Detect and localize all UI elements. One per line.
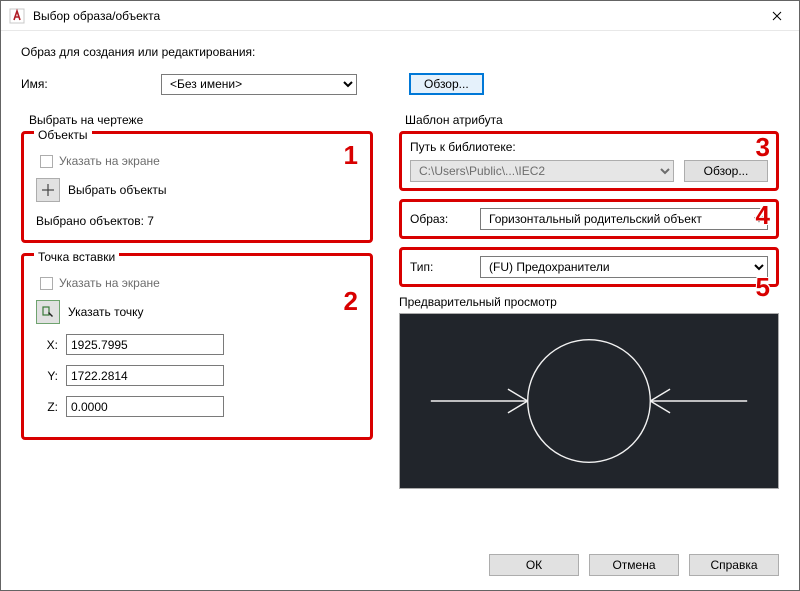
- dialog-window: Выбор образа/объекта Образ для создания …: [0, 0, 800, 591]
- insert-specify-checkbox[interactable]: [40, 277, 53, 290]
- preview-panel: [399, 313, 779, 489]
- callout-2: 2: [344, 286, 358, 317]
- pick-objects-button[interactable]: [36, 178, 60, 202]
- pick-objects-label: Выбрать объекты: [68, 183, 167, 197]
- attr-template-legend: Шаблон атрибута: [405, 113, 779, 127]
- z-input[interactable]: [66, 396, 224, 417]
- titlebar: Выбор образа/объекта: [1, 1, 799, 31]
- lib-path-select[interactable]: C:\Users\Public\...\IEC2: [410, 160, 674, 182]
- x-input[interactable]: [66, 334, 224, 355]
- window-title: Выбор образа/объекта: [33, 9, 754, 23]
- insert-specify-label: Указать на экране: [59, 276, 160, 290]
- callout-5: 5: [756, 272, 770, 303]
- insert-point-legend: Точка вставки: [34, 250, 119, 264]
- callout-3: 3: [756, 132, 770, 163]
- objects-specify-checkbox[interactable]: [40, 155, 53, 168]
- z-label: Z:: [36, 400, 66, 414]
- selected-count: Выбрано объектов: 7: [36, 214, 358, 228]
- preview-label: Предварительный просмотр: [399, 295, 779, 309]
- name-select[interactable]: <Без имени>: [161, 74, 357, 95]
- y-input[interactable]: [66, 365, 224, 386]
- cancel-button[interactable]: Отмена: [589, 554, 679, 576]
- type-label: Тип:: [410, 260, 480, 274]
- image-label: Образ:: [410, 212, 480, 226]
- type-select[interactable]: (FU) Предохранители: [480, 256, 768, 278]
- pick-point-label: Указать точку: [68, 305, 144, 319]
- x-label: X:: [36, 338, 66, 352]
- image-select[interactable]: Горизонтальный родительский объект: [480, 208, 768, 230]
- lib-browse-button[interactable]: Обзор...: [684, 160, 768, 182]
- browse-button[interactable]: Обзор...: [409, 73, 484, 95]
- name-label: Имя:: [21, 77, 161, 91]
- preview-drawing: [400, 314, 778, 488]
- help-button[interactable]: Справка: [689, 554, 779, 576]
- callout-1: 1: [344, 140, 358, 171]
- close-button[interactable]: [754, 1, 799, 31]
- objects-legend: Объекты: [34, 128, 92, 142]
- app-icon: [9, 8, 25, 24]
- pick-point-button[interactable]: [36, 300, 60, 324]
- select-on-drawing-label: Выбрать на чертеже: [29, 113, 373, 127]
- objects-specify-label: Указать на экране: [59, 154, 160, 168]
- lib-path-label: Путь к библиотеке:: [410, 140, 768, 154]
- callout-4: 4: [756, 200, 770, 231]
- y-label: Y:: [36, 369, 66, 383]
- main-heading: Образ для создания или редактирования:: [21, 45, 779, 59]
- ok-button[interactable]: ОК: [489, 554, 579, 576]
- dialog-content: Образ для создания или редактирования: И…: [1, 31, 799, 590]
